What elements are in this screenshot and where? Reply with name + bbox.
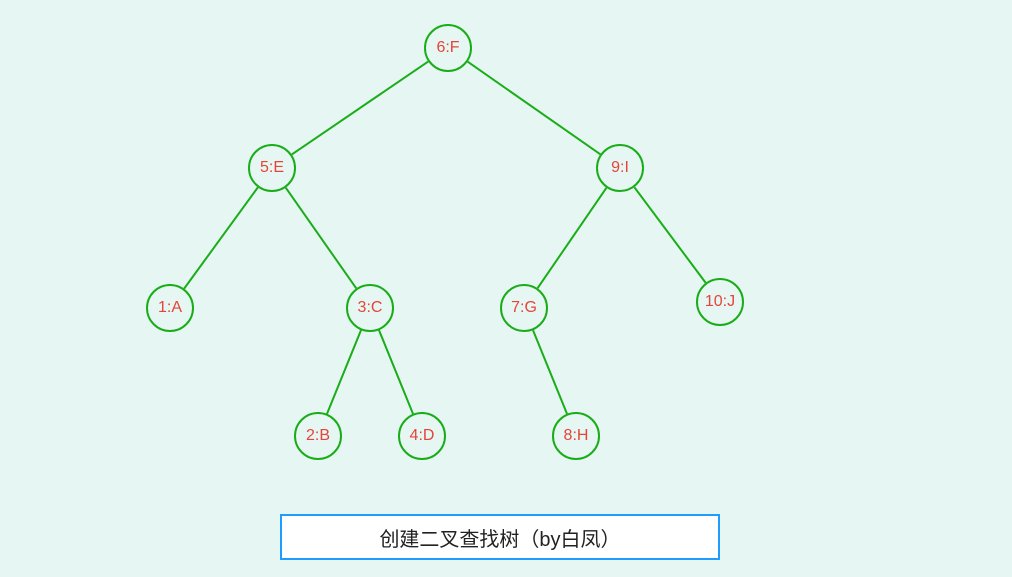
tree-node: 2:B bbox=[294, 412, 342, 460]
tree-node-label: 7:G bbox=[511, 299, 537, 317]
tree-node: 5:E bbox=[248, 144, 296, 192]
tree-edge bbox=[184, 187, 258, 288]
tree-edge bbox=[533, 330, 567, 414]
tree-node-label: 2:B bbox=[306, 427, 330, 445]
tree-node-label: 3:C bbox=[358, 299, 383, 317]
tree-node: 10:J bbox=[696, 278, 744, 326]
tree-edge bbox=[538, 188, 607, 288]
tree-node: 6:F bbox=[424, 24, 472, 72]
tree-node-label: 9:I bbox=[611, 159, 629, 177]
tree-node-label: 1:A bbox=[158, 299, 182, 317]
tree-node: 4:D bbox=[398, 412, 446, 460]
tree-node: 3:C bbox=[346, 284, 394, 332]
caption-box: 创建二叉查找树（by白凤） bbox=[280, 514, 720, 560]
tree-edge bbox=[379, 330, 413, 414]
tree-node-label: 4:D bbox=[410, 427, 435, 445]
tree-edges bbox=[0, 0, 1012, 577]
tree-node-label: 5:E bbox=[260, 159, 284, 177]
caption-text: 创建二叉查找树（by白凤） bbox=[379, 523, 620, 552]
tree-node: 1:A bbox=[146, 284, 194, 332]
tree-diagram: 6:F 5:E 9:I 1:A 3:C 7:G 10:J 2:B 4:D 8:H bbox=[0, 0, 1012, 577]
tree-node: 9:I bbox=[596, 144, 644, 192]
tree-node-label: 6:F bbox=[436, 39, 459, 57]
tree-edge bbox=[634, 187, 705, 283]
tree-edge bbox=[286, 188, 356, 289]
tree-node: 8:H bbox=[552, 412, 600, 460]
tree-edge bbox=[327, 330, 361, 414]
tree-node: 7:G bbox=[500, 284, 548, 332]
tree-node-label: 8:H bbox=[564, 427, 589, 445]
tree-node-label: 10:J bbox=[705, 293, 735, 311]
tree-edge bbox=[468, 62, 601, 155]
tree-edge bbox=[292, 62, 428, 155]
